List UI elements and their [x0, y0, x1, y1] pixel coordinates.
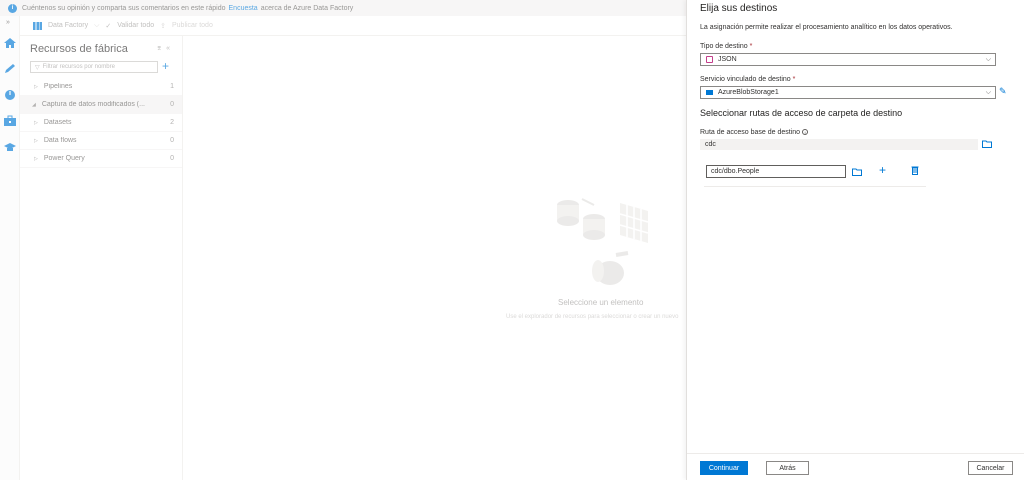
delete-icon[interactable] — [911, 165, 919, 175]
linked-service-label: Servicio vinculado de destino * — [700, 76, 796, 83]
target-type-label: Tipo de destino * — [700, 43, 753, 50]
linked-service-value: AzureBlobStorage1 — [718, 89, 779, 96]
browse-folder-icon[interactable] — [982, 140, 992, 148]
info-icon[interactable]: i — [802, 129, 809, 135]
section-title: Seleccionar rutas de acceso de carpeta d… — [700, 108, 903, 118]
json-icon — [706, 56, 713, 63]
add-path-icon[interactable]: + — [879, 163, 886, 177]
cancel-button[interactable]: Cancelar — [968, 461, 1013, 475]
target-type-value: JSON — [718, 56, 737, 63]
blob-storage-icon — [706, 90, 713, 95]
folder-path-input[interactable]: cdc/dbo.People — [706, 165, 846, 178]
overlay — [0, 0, 686, 480]
linked-service-dropdown[interactable]: AzureBlobStorage1 ⌵ — [700, 86, 996, 99]
continue-button[interactable]: Continuar — [700, 461, 748, 475]
base-path-input[interactable]: cdc — [700, 139, 978, 150]
target-type-dropdown[interactable]: JSON ⌵ — [700, 53, 996, 66]
panel-footer: Continuar Atrás Cancelar — [687, 453, 1024, 480]
base-path-label: Ruta de acceso base de destino i — [700, 129, 809, 136]
chevron-down-icon: ⌵ — [985, 89, 991, 96]
destinations-panel: Elija sus destinos La asignación permite… — [686, 0, 1024, 480]
back-button[interactable]: Atrás — [766, 461, 809, 475]
panel-description: La asignación permite realizar el proces… — [700, 24, 953, 31]
browse-folder-icon[interactable] — [852, 168, 862, 176]
edit-linked-service-icon[interactable]: ✎ — [999, 86, 1007, 97]
folder-path-row: cdc/dbo.People + — [704, 163, 926, 187]
panel-title: Elija sus destinos — [700, 3, 778, 14]
chevron-down-icon: ⌵ — [985, 56, 991, 63]
